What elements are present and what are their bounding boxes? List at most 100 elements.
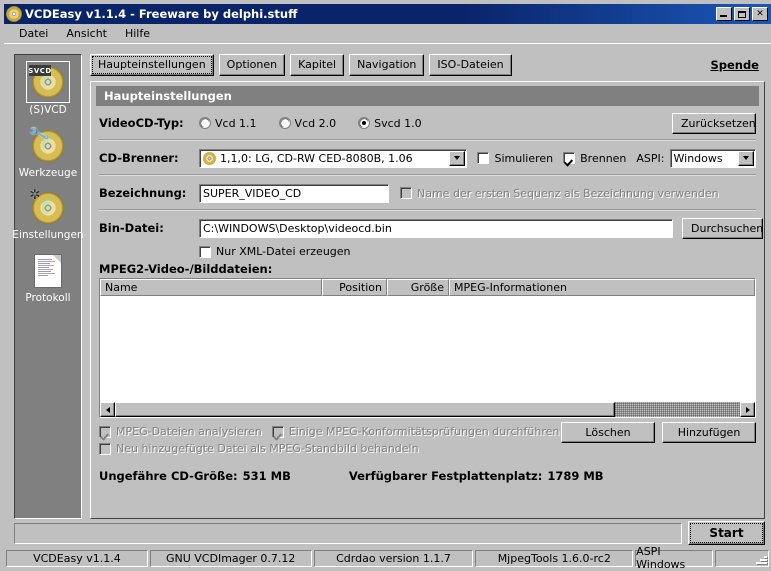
videocd-type-row: VideoCD-Typ: Vcd 1.1 Vcd 2.0 Svcd 1.0 Zu… — [99, 106, 756, 140]
column-header-mpeg-informationen[interactable]: MPEG-Informationen — [449, 279, 755, 296]
settings-disc-icon: ✲ — [27, 188, 69, 228]
bin-file-input[interactable]: C:\WINDOWS\Desktop\videocd.bin — [199, 219, 673, 238]
checkbox-label: Nur XML-Datei erzeugen — [216, 245, 351, 258]
bin-file-value: C:\WINDOWS\Desktop\videocd.bin — [203, 222, 392, 235]
title-bar: VCDEasy v1.1.4 - Freeware by delphi.stuf… — [4, 4, 771, 24]
reset-button[interactable]: Zurücksetzen — [672, 113, 756, 134]
volume-input[interactable]: SUPER_VIDEO_CD — [199, 184, 389, 203]
files-listbox[interactable]: Name Position Größe MPEG-Informationen — [99, 278, 756, 418]
scroll-right-button[interactable] — [740, 402, 755, 417]
panel-title: Haupteinstellungen — [96, 86, 759, 106]
status-panel-aspi: ASPI Windows — [635, 550, 713, 567]
sidebar: SVCD (S)VCD 🔧 Werkzeuge ✲ Einstellungen — [14, 54, 82, 519]
aspi-value: Windows — [674, 152, 723, 165]
resize-grip-icon[interactable] — [754, 551, 768, 565]
menu-item-datei[interactable]: Datei — [10, 25, 57, 42]
file-options-area: MPEG-Dateien analysieren Einige MPEG-Kon… — [99, 425, 756, 465]
analyze-mpeg-checkbox: MPEG-Dateien analysieren — [99, 425, 262, 438]
use-first-sequence-checkbox: Name der ersten Sequenz als Bezeichnung … — [400, 187, 719, 200]
minimize-button[interactable] — [716, 7, 732, 21]
menu-item-ansicht[interactable]: Ansicht — [57, 25, 116, 42]
tab-haupteinstellungen[interactable]: Haupteinstellungen — [90, 54, 214, 76]
aspi-label: ASPI: — [636, 152, 664, 165]
bin-file-label: Bin-Datei: — [99, 218, 199, 235]
column-header-name[interactable]: Name — [100, 279, 322, 296]
main-area: Haupteinstellungen Optionen Kapitel Navi… — [90, 54, 765, 519]
add-button[interactable]: Hinzufügen — [662, 422, 756, 443]
delete-button[interactable]: Löschen — [561, 422, 655, 443]
window-controls: ✕ — [716, 7, 771, 21]
xml-only-checkbox[interactable]: Nur XML-Datei erzeugen — [199, 245, 763, 258]
sidebar-item-protokoll[interactable]: Protokoll — [15, 251, 81, 305]
disc-icon — [203, 152, 216, 165]
files-header-row: Name Position Größe MPEG-Informationen — [100, 279, 755, 296]
log-document-icon — [27, 251, 69, 291]
column-header-groesse[interactable]: Größe — [387, 279, 449, 296]
cd-size-label: Ungefähre CD-Größe: — [99, 469, 238, 483]
sidebar-item-label: Protokoll — [25, 293, 70, 305]
donate-link[interactable]: Spende — [710, 54, 765, 72]
sidebar-item-svcd[interactable]: SVCD (S)VCD — [15, 61, 81, 117]
aspi-combobox[interactable]: Windows — [670, 149, 757, 168]
tab-optionen[interactable]: Optionen — [219, 54, 285, 76]
column-header-position[interactable]: Position — [322, 279, 387, 296]
checkbox-box — [99, 426, 111, 438]
checkbox-box — [400, 187, 412, 199]
volume-label: Bezeichnung: — [99, 186, 199, 200]
status-bar: VCDEasy v1.1.4 GNU VCDImager 0.7.12 Cdrd… — [4, 548, 771, 568]
simulate-checkbox[interactable]: Simulieren — [477, 152, 553, 165]
scroll-track[interactable] — [115, 402, 740, 417]
menu-item-hilfe[interactable]: Hilfe — [116, 25, 159, 42]
radio-dot — [358, 117, 370, 129]
cd-size-value: 531 MB — [243, 469, 291, 483]
sidebar-item-einstellungen[interactable]: ✲ Einstellungen — [15, 188, 81, 242]
files-label: MPEG2-Video-/Bilddateien: — [99, 262, 756, 276]
files-list-body[interactable] — [100, 296, 755, 402]
gear-icon: ✲ — [29, 188, 41, 202]
sidebar-item-label: Werkzeuge — [19, 168, 77, 180]
free-space-label: Verfügbarer Festplattenplatz: — [349, 469, 542, 483]
close-button[interactable]: ✕ — [752, 7, 768, 21]
scroll-thumb[interactable] — [115, 402, 615, 417]
checkbox-box — [477, 152, 489, 164]
scroll-left-button[interactable] — [100, 402, 115, 417]
window-title: VCDEasy v1.1.4 - Freeware by delphi.stuf… — [25, 7, 297, 21]
burn-checkbox[interactable]: Brennen — [563, 152, 626, 165]
still-image-checkbox: Neu hinzugefügte Datei als MPEG-Standbil… — [99, 442, 756, 455]
radio-vcd-20[interactable]: Vcd 2.0 — [279, 117, 337, 130]
checkbox-label: Neu hinzugefügte Datei als MPEG-Standbil… — [116, 442, 419, 455]
settings-panel: Haupteinstellungen VideoCD-Typ: Vcd 1.1 … — [90, 81, 765, 519]
sidebar-item-label: (S)VCD — [29, 105, 66, 117]
tab-iso-dateien[interactable]: ISO-Dateien — [429, 54, 511, 76]
status-panel-cdrdao: Cdrdao version 1.1.7 — [314, 550, 474, 567]
tab-navigation[interactable]: Navigation — [349, 54, 424, 76]
size-status-line: Ungefähre CD-Größe: 531 MB Verfügbarer F… — [99, 469, 756, 483]
checkbox-label: Einige MPEG-Konformitätsprüfungen durchf… — [289, 425, 560, 438]
conformity-checks-checkbox: Einige MPEG-Konformitätsprüfungen durchf… — [272, 425, 560, 438]
svcd-badge: SVCD — [29, 65, 51, 76]
sidebar-item-werkzeuge[interactable]: 🔧 Werkzeuge — [15, 126, 81, 180]
chevron-down-icon[interactable] — [449, 151, 465, 166]
maximize-button[interactable] — [734, 7, 750, 21]
volume-row: Bezeichnung: SUPER_VIDEO_CD Name der ers… — [99, 175, 756, 210]
start-button[interactable]: Start — [688, 521, 765, 545]
burner-row: CD-Brenner: 1,1,0: LG, CD-RW CED-8080B, … — [99, 140, 756, 175]
burner-combobox[interactable]: 1,1,0: LG, CD-RW CED-8080B, 1.06 — [199, 149, 467, 168]
browse-button[interactable]: Durchsuchen — [682, 218, 763, 239]
tab-kapitel[interactable]: Kapitel — [290, 54, 344, 76]
radio-vcd-11[interactable]: Vcd 1.1 — [199, 117, 257, 130]
tab-bar: Haupteinstellungen Optionen Kapitel Navi… — [90, 54, 765, 78]
radio-svcd-10[interactable]: Svcd 1.0 — [358, 117, 422, 130]
tools-disc-icon: 🔧 — [27, 126, 69, 166]
burner-label: CD-Brenner: — [99, 151, 199, 165]
status-panel-vcdimager: GNU VCDImager 0.7.12 — [150, 550, 312, 567]
horizontal-scrollbar[interactable] — [100, 402, 755, 417]
checkbox-box — [272, 426, 284, 438]
status-panel-resize — [715, 550, 769, 567]
radio-label: Vcd 1.1 — [215, 117, 257, 130]
svcd-disc-icon: SVCD — [26, 61, 70, 103]
chevron-down-icon[interactable] — [738, 151, 754, 166]
videocd-type-label: VideoCD-Typ: — [99, 116, 199, 130]
radio-dot — [199, 117, 211, 129]
checkbox-box — [563, 152, 575, 164]
